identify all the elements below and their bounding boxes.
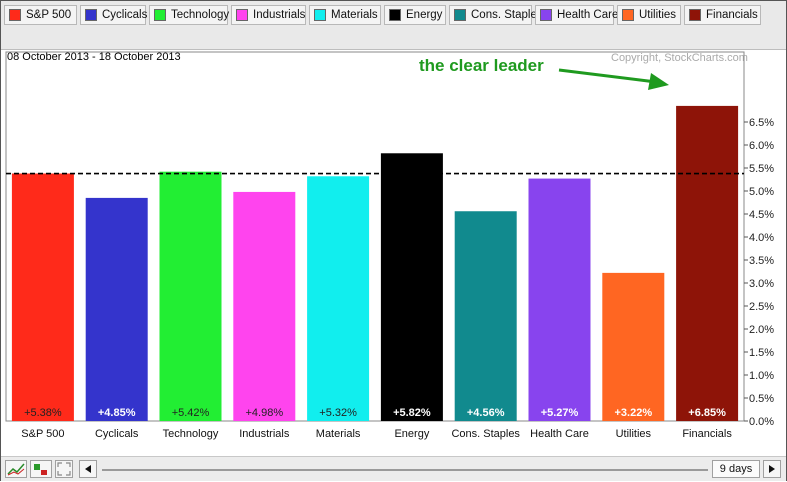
bar xyxy=(528,178,591,421)
bar-chart-icon[interactable] xyxy=(30,460,52,478)
x-category-label: Utilities xyxy=(616,428,652,440)
time-scrollbar[interactable] xyxy=(102,469,708,471)
legend-item-materials[interactable]: Materials xyxy=(309,5,381,25)
scroll-right-button[interactable] xyxy=(763,460,781,478)
bar-data-label: +4.85% xyxy=(98,407,136,419)
x-category-label: Financials xyxy=(682,428,732,440)
bar-data-label: +5.27% xyxy=(541,407,579,419)
bar xyxy=(307,176,370,421)
legend-label: Industrials xyxy=(253,9,306,21)
triangle-left-icon xyxy=(85,465,91,473)
legend-label: Energy xyxy=(406,9,443,21)
legend-swatch xyxy=(389,9,401,21)
y-tick-label: 3.0% xyxy=(749,278,774,290)
bar xyxy=(454,211,517,421)
legend-label: Cyclicals xyxy=(102,9,148,21)
bar-data-label: +6.85% xyxy=(688,407,726,419)
perf-bar-chart: 0.0% 0.5% 1.0% 1.5% 2.0% 2.5% 3.0% 3.5% 4.0% 4.5%… xyxy=(5,51,774,440)
y-tick-label: 1.5% xyxy=(749,347,774,359)
annotation-text: the clear leader xyxy=(419,56,544,75)
legend-swatch xyxy=(314,9,326,21)
y-tick-label: 4.5% xyxy=(749,209,774,221)
x-category-label: Cons. Staples xyxy=(451,428,520,440)
bar-data-label: +5.42% xyxy=(172,407,210,419)
fullscreen-icon[interactable] xyxy=(55,460,73,478)
annotation-arrow-shaft xyxy=(558,68,657,84)
annotation-arrow-head xyxy=(648,73,669,90)
legend-swatch xyxy=(154,9,166,21)
legend-label: Technology xyxy=(171,9,230,21)
legend-label: Health Care xyxy=(557,9,619,21)
bar-data-label: +4.98% xyxy=(245,407,283,419)
y-tick-label: 6.5% xyxy=(749,117,774,129)
legend-item-industrials[interactable]: Industrials xyxy=(231,5,306,25)
x-category-label: Energy xyxy=(394,428,429,440)
bar xyxy=(233,191,296,421)
bottom-toolbar: 9 days xyxy=(1,456,786,481)
bar xyxy=(159,171,222,421)
bar xyxy=(602,272,665,421)
x-category-label: Materials xyxy=(316,428,361,440)
legend-label: Materials xyxy=(331,9,378,21)
x-category-label: Cyclicals xyxy=(95,428,139,440)
triangle-right-icon xyxy=(769,465,775,473)
y-tick-label: 4.0% xyxy=(749,232,774,244)
bar xyxy=(380,153,443,421)
legend-item-cyclicals[interactable]: Cyclicals xyxy=(80,5,148,25)
bar xyxy=(676,105,739,422)
x-category-label: Industrials xyxy=(239,428,290,440)
y-tick-label: 5.0% xyxy=(749,186,774,198)
bar xyxy=(85,197,148,421)
bar-data-label: +3.22% xyxy=(614,407,652,419)
x-category-label: Health Care xyxy=(530,428,589,440)
legend-item-technology[interactable]: Technology xyxy=(149,5,230,25)
bar-data-label: +5.32% xyxy=(319,407,357,419)
legend-bar: S&P 500 Cyclicals Technology Industrials Mat… xyxy=(1,1,786,50)
bar-data-label: +5.38% xyxy=(24,407,62,419)
y-tick-label: 3.5% xyxy=(749,255,774,267)
period-selector[interactable]: 9 days xyxy=(712,460,760,478)
legend-label: Utilities xyxy=(639,9,677,21)
legend-item-utilities[interactable]: Utilities xyxy=(617,5,681,25)
legend-label: S&P 500 xyxy=(26,9,72,21)
legend-item-health-care[interactable]: Health Care xyxy=(535,5,618,25)
y-tick-label: 5.5% xyxy=(749,163,774,175)
x-category-label: Technology xyxy=(163,428,219,440)
legend-item-cons-staples[interactable]: Cons. Staples xyxy=(449,5,543,25)
y-tick-label: 2.0% xyxy=(749,324,774,336)
y-tick-label: 2.5% xyxy=(749,301,774,313)
bar-data-label: +5.82% xyxy=(393,407,431,419)
legend-item-financials[interactable]: Financials xyxy=(684,5,761,25)
scroll-left-button[interactable] xyxy=(79,460,97,478)
bar xyxy=(11,173,74,421)
legend-label: Financials xyxy=(706,9,758,21)
legend-swatch xyxy=(454,9,466,21)
legend-swatch xyxy=(540,9,552,21)
legend-swatch xyxy=(689,9,701,21)
y-tick-label: 1.0% xyxy=(749,370,774,382)
y-tick-label: 0.0% xyxy=(749,416,774,428)
y-tick-label: 0.5% xyxy=(749,393,774,405)
legend-item-energy[interactable]: Energy xyxy=(384,5,446,25)
chart-window: S&P 500 Cyclicals Technology Industrials Mat… xyxy=(0,0,787,481)
line-chart-icon[interactable] xyxy=(5,460,27,478)
legend-label: Cons. Staples xyxy=(471,9,543,21)
legend-swatch xyxy=(9,9,21,21)
x-category-label: S&P 500 xyxy=(21,428,64,440)
bar-data-label: +4.56% xyxy=(467,407,505,419)
legend-swatch xyxy=(85,9,97,21)
legend-item-s-p-500[interactable]: S&P 500 xyxy=(4,5,77,25)
y-tick-label: 6.0% xyxy=(749,140,774,152)
legend-swatch xyxy=(622,9,634,21)
legend-swatch xyxy=(236,9,248,21)
